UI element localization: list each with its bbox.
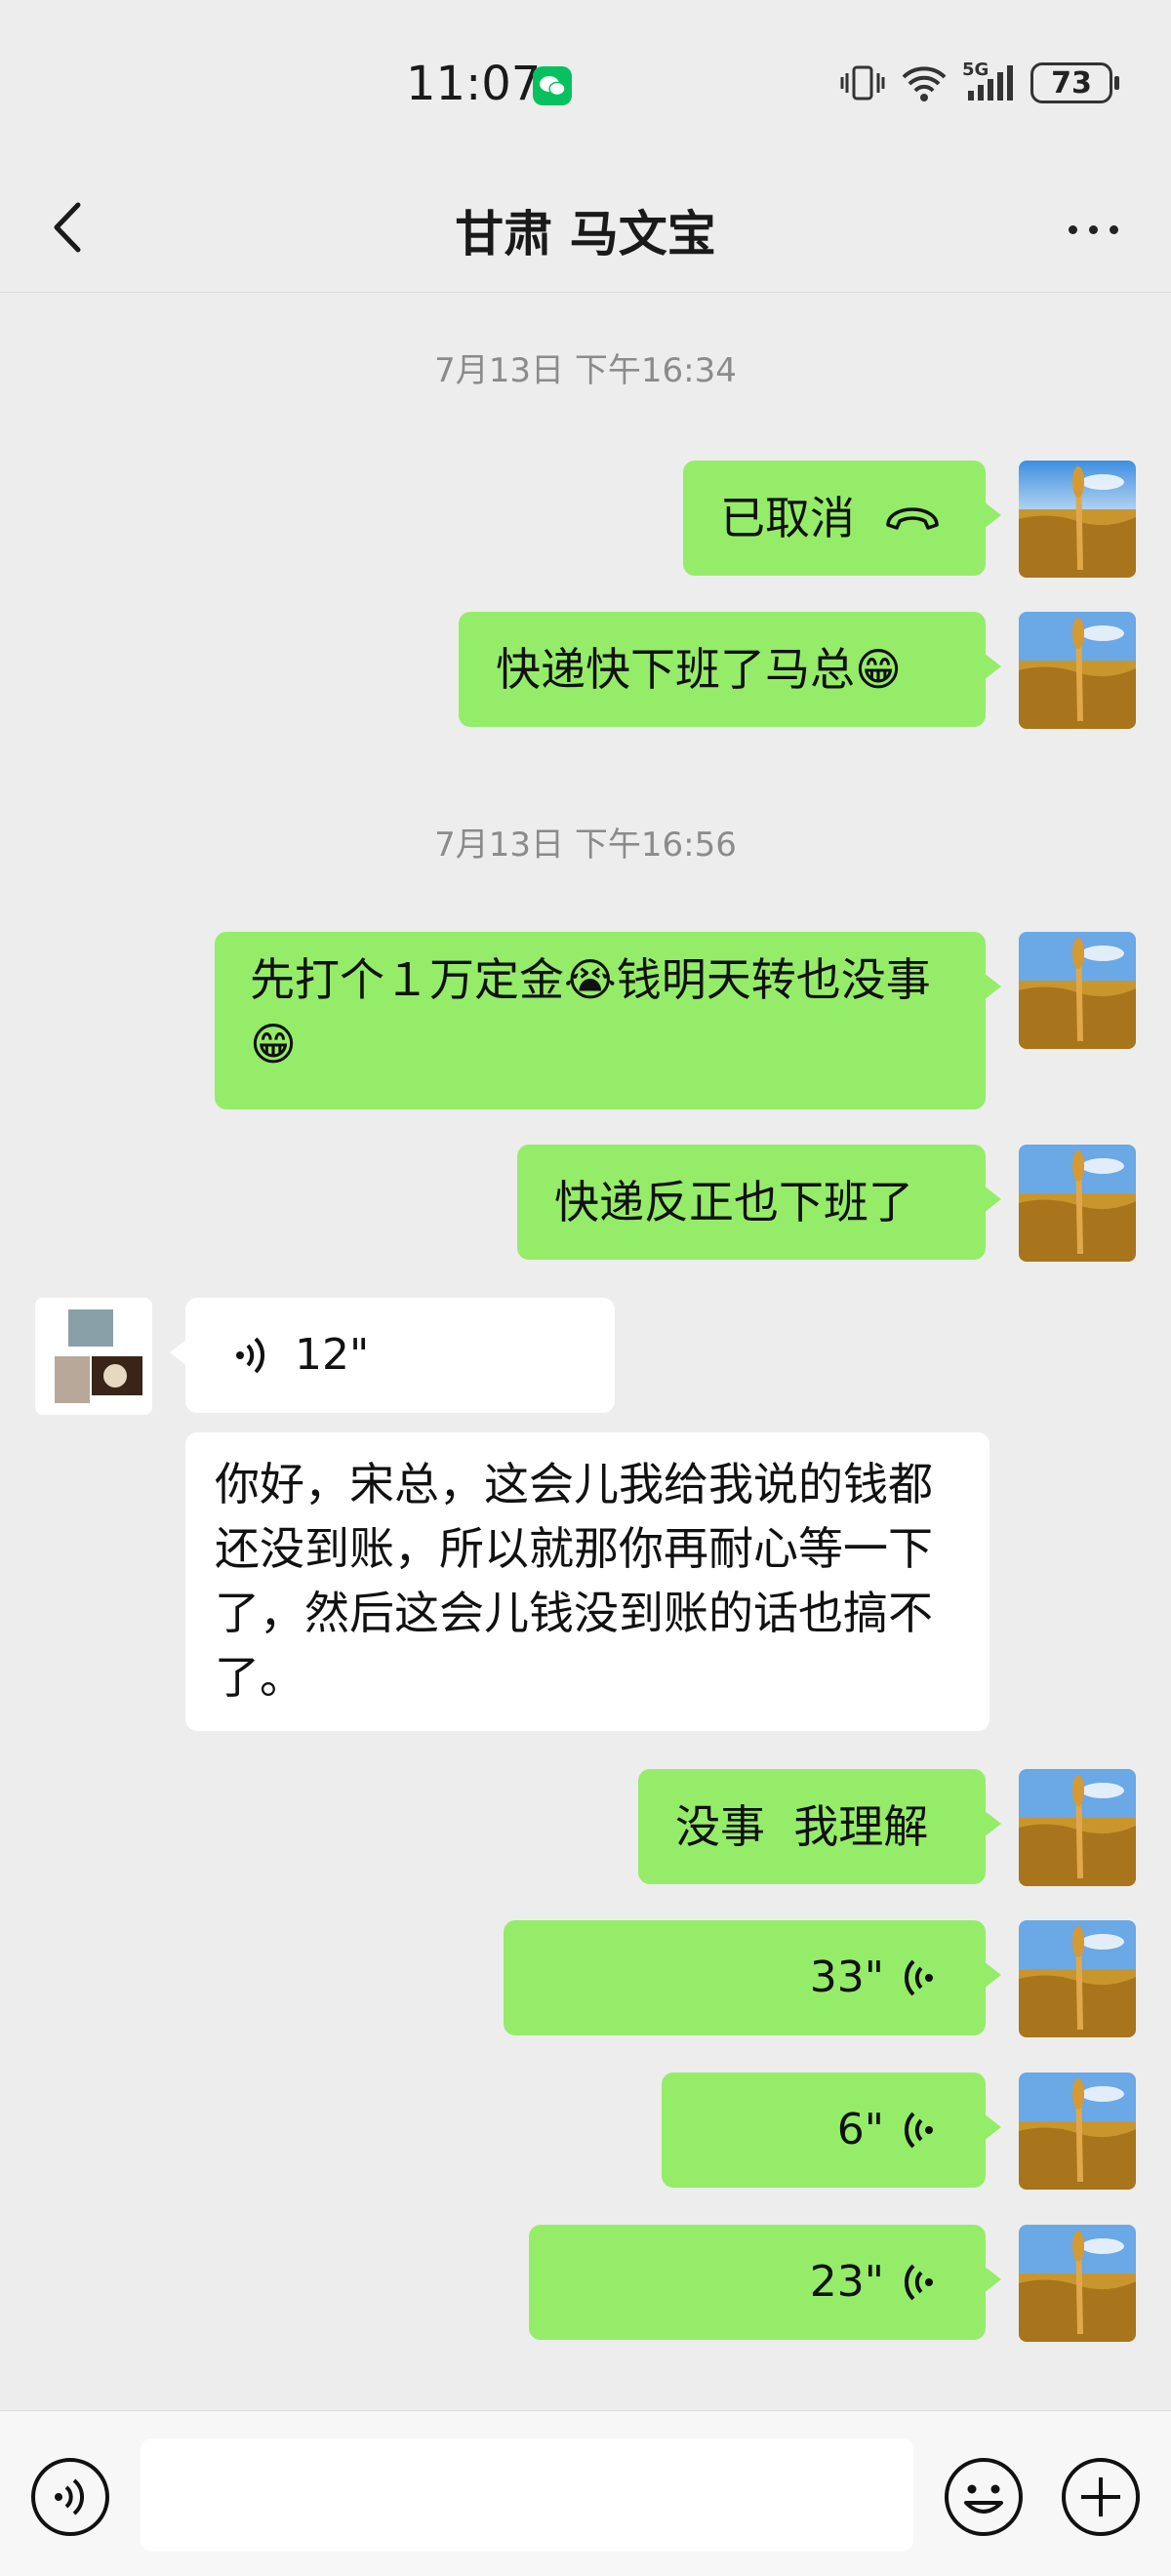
wifi-icon bbox=[902, 66, 947, 101]
my-avatar[interactable] bbox=[1019, 1920, 1136, 2037]
voice-duration: 23" bbox=[809, 2257, 884, 2307]
message-timestamp: 7月13日 下午16:56 bbox=[434, 825, 737, 865]
contact-avatar[interactable] bbox=[35, 1298, 152, 1415]
voice-message-bubble[interactable]: 23" bbox=[529, 2225, 1001, 2340]
input-toolbar bbox=[0, 2410, 1171, 2576]
voice-message-bubble[interactable]: 33" bbox=[504, 1920, 1001, 2035]
smiley-icon bbox=[945, 2458, 1023, 2536]
voice-duration: 12" bbox=[295, 1330, 370, 1380]
message-text: 快递反正也下班了 bbox=[554, 1176, 913, 1228]
message-bubble[interactable]: 你好，宋总，这会儿我给我说的钱都还没到账，所以就那你再耐心等一下了，然后这会儿钱… bbox=[185, 1432, 989, 1731]
more-options-button[interactable] bbox=[1054, 195, 1132, 263]
signal-icon: 5G bbox=[962, 60, 1017, 102]
message-input[interactable] bbox=[141, 2438, 913, 2552]
message-text: 快递快下班了马总😁 bbox=[496, 643, 902, 696]
message-bubble[interactable]: 快递快下班了马总😁 bbox=[459, 612, 1001, 727]
voice-wave-icon bbox=[904, 2264, 933, 2301]
wechat-notification-icon bbox=[533, 66, 572, 105]
message-bubble[interactable]: 先打个１万定金😭钱明天转也没事 😁 bbox=[215, 932, 1001, 1109]
my-avatar[interactable] bbox=[1019, 1145, 1136, 1262]
status-bar: 11:07 5G 73 bbox=[0, 0, 1171, 166]
my-avatar[interactable] bbox=[1019, 1769, 1136, 1886]
voice-mode-icon bbox=[31, 2458, 109, 2536]
chat-header: 甘肃 马文宝 bbox=[0, 166, 1171, 293]
voice-message-bubble[interactable]: 12" bbox=[170, 1298, 615, 1413]
my-avatar[interactable] bbox=[1019, 612, 1136, 729]
chat-title: 甘肃 马文宝 bbox=[455, 206, 716, 262]
dot-icon bbox=[1088, 224, 1098, 234]
status-time: 11:07 bbox=[406, 57, 542, 111]
message-text: 你好，宋总，这会儿我给我说的钱都还没到账，所以就那你再耐心等一下了，然后这会儿钱… bbox=[215, 1458, 933, 1704]
emoji-button[interactable] bbox=[943, 2456, 1025, 2538]
status-icons: 5G 73 bbox=[839, 60, 1119, 103]
phone-hangup-icon bbox=[886, 507, 939, 530]
message-bubble[interactable]: 没事 我理解 bbox=[638, 1769, 1001, 1884]
voice-wave-icon bbox=[236, 1337, 265, 1374]
message-text: 先打个１万定金😭钱明天转也没事 😁 bbox=[250, 953, 931, 1070]
voice-wave-icon bbox=[904, 1959, 933, 1996]
voice-wave-icon bbox=[904, 2112, 933, 2149]
call-cancelled-bubble[interactable]: 已取消 bbox=[683, 461, 1001, 576]
more-functions-button[interactable] bbox=[1060, 2456, 1142, 2538]
voice-duration: 6" bbox=[836, 2105, 884, 2154]
plus-icon bbox=[1062, 2458, 1140, 2536]
message-text: 没事 我理解 bbox=[675, 1800, 929, 1853]
my-avatar[interactable] bbox=[1019, 932, 1136, 1049]
message-timestamp: 7月13日 下午16:34 bbox=[434, 351, 737, 390]
vibrate-icon bbox=[840, 65, 885, 101]
dot-icon bbox=[1109, 224, 1118, 234]
dot-icon bbox=[1068, 224, 1077, 234]
my-avatar[interactable] bbox=[1019, 461, 1136, 578]
voice-message-bubble[interactable]: 6" bbox=[662, 2073, 1001, 2188]
voice-input-button[interactable] bbox=[29, 2456, 111, 2538]
my-avatar[interactable] bbox=[1019, 2225, 1136, 2342]
battery-indicator: 73 bbox=[1030, 62, 1119, 103]
my-avatar[interactable] bbox=[1019, 2073, 1136, 2190]
message-text: 已取消 bbox=[720, 492, 855, 544]
message-bubble[interactable]: 快递反正也下班了 bbox=[517, 1145, 1001, 1260]
voice-duration: 33" bbox=[809, 1952, 884, 2002]
